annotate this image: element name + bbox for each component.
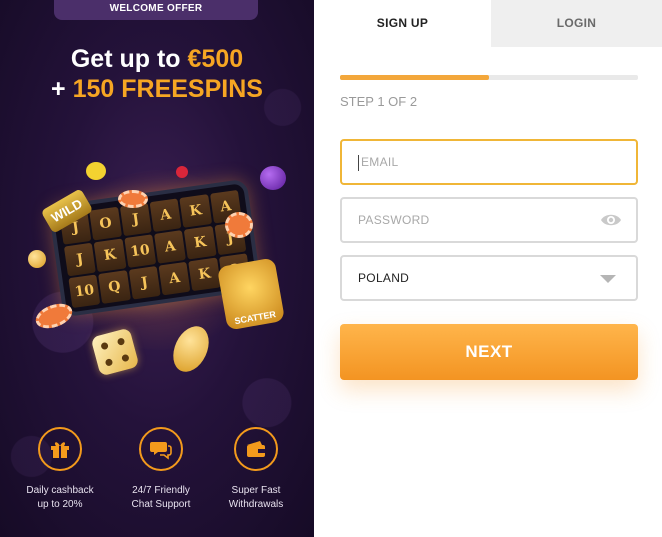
feature-list: Daily cashback up to 20% 24/7 Friendly C… xyxy=(0,427,314,517)
progress-fill xyxy=(340,75,489,80)
cherry-icon xyxy=(176,166,188,178)
casino-chip-icon xyxy=(225,212,253,238)
step-progress-bar xyxy=(340,75,638,80)
scatter-symbol: SCATTER xyxy=(216,257,286,331)
slot-machine-illustration: JOJAKAJK10AKJ10QJAKQ WILD SCATTER xyxy=(0,150,314,400)
feature-label: 24/7 Friendly Chat Support xyxy=(131,485,191,510)
reel-symbol: K xyxy=(93,238,127,273)
reel-symbol: A xyxy=(158,261,191,296)
reel-symbol: J xyxy=(63,242,97,277)
email-field xyxy=(340,139,638,185)
feature-label: Daily cashback up to 20% xyxy=(26,485,94,510)
headline-prefix: Get up to xyxy=(70,45,188,73)
chevron-down-icon xyxy=(600,275,616,283)
password-input[interactable] xyxy=(342,199,636,241)
casino-chip-icon xyxy=(118,190,148,208)
country-select[interactable]: POLAND xyxy=(340,255,638,301)
feature-cashback: Daily cashback up to 20% xyxy=(8,427,112,512)
wallet-icon xyxy=(234,427,278,471)
bonus-amount: €500 xyxy=(187,45,244,73)
password-field xyxy=(340,197,638,243)
auth-tabs: SIGN UP LOGIN xyxy=(314,0,662,47)
country-value: POLAND xyxy=(358,271,410,285)
tab-login[interactable]: LOGIN xyxy=(491,0,662,47)
welcome-offer-tab: WELCOME OFFER xyxy=(54,0,258,20)
feature-label: Super Fast Withdrawals xyxy=(228,485,284,510)
reel-symbol: J xyxy=(128,265,161,300)
gold-coin-icon xyxy=(28,250,46,268)
headline-line-1: Get up to €500 xyxy=(0,44,314,74)
step-indicator: STEP 1 OF 2 xyxy=(340,94,418,109)
promo-panel: WELCOME OFFER Get up to €500 + 150 FREES… xyxy=(0,0,314,537)
reel-symbol: K xyxy=(184,225,217,260)
reel-symbol: Q xyxy=(98,270,131,304)
next-button[interactable]: NEXT xyxy=(340,324,638,380)
reel-symbol: A xyxy=(149,198,182,233)
eye-icon[interactable] xyxy=(600,212,622,228)
signup-form-panel: SIGN UP LOGIN STEP 1 OF 2 POLAND NEXT xyxy=(314,0,662,537)
feature-chat-support: 24/7 Friendly Chat Support xyxy=(109,427,213,512)
reel-symbol: 10 xyxy=(68,274,101,309)
reel-symbol: 10 xyxy=(123,234,157,268)
lemon-icon xyxy=(86,162,106,180)
headline-line-2: + 150 FREESPINS xyxy=(0,74,314,104)
reel-symbol: K xyxy=(188,257,221,292)
plum-icon xyxy=(260,166,286,190)
tab-sign-up[interactable]: SIGN UP xyxy=(314,0,491,47)
text-cursor xyxy=(358,155,359,171)
feature-withdrawals: Super Fast Withdrawals xyxy=(204,427,308,512)
freespins-amount: 150 FREESPINS xyxy=(72,75,263,103)
reel-symbol: O xyxy=(89,206,122,241)
gift-icon xyxy=(38,427,82,471)
email-input[interactable] xyxy=(342,141,636,183)
reel-symbol: A xyxy=(154,230,187,264)
headline-plus: + xyxy=(51,75,73,103)
promo-headline: Get up to €500 + 150 FREESPINS xyxy=(0,44,314,104)
chat-icon xyxy=(139,427,183,471)
reel-symbol: K xyxy=(179,194,212,228)
